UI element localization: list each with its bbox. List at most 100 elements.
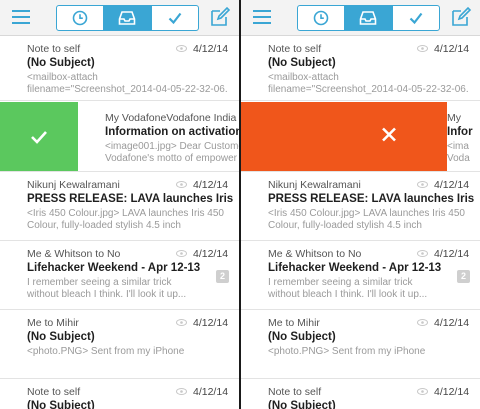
email-preview-line1: <mailbox-attach — [268, 72, 339, 83]
email-preview-line1: <mailbox-attach — [27, 72, 98, 83]
email-subject: Information on activation of — [105, 126, 239, 138]
email-sender: Note to self — [27, 43, 81, 55]
eye-icon — [176, 181, 187, 188]
email-row-swiping-done[interactable]: My VodafoneVodafone India Information on… — [0, 102, 239, 172]
email-subject: (No Subject) — [27, 331, 95, 343]
email-sender: Nikunj Kewalramani — [27, 179, 120, 191]
email-date: 4/12/14 — [193, 317, 229, 329]
email-sender: Me to Mihir — [268, 317, 320, 329]
email-subject: (No Subject) — [268, 400, 336, 409]
email-subject: (No Subject) — [27, 400, 95, 409]
email-row[interactable]: Me to Mihir 4/12/14 (No Subject) <photo.… — [241, 311, 480, 379]
tab-done[interactable] — [152, 6, 198, 30]
hamburger-menu-icon[interactable] — [253, 10, 271, 24]
eye-icon — [417, 388, 428, 395]
email-date: 4/12/14 — [434, 179, 470, 191]
eye-icon — [176, 319, 187, 326]
clock-icon — [313, 10, 329, 26]
email-date: 4/12/14 — [193, 386, 229, 398]
email-preview-line2: without bleach I think. I'll look it up.… — [268, 289, 428, 300]
email-preview-line2: Voda — [447, 153, 470, 164]
email-date: 4/12/14 — [434, 317, 470, 329]
email-row[interactable]: Note to self 4/12/14 (No Subject) <mailb… — [241, 37, 480, 101]
email-sender: Me & Whitson to No — [268, 248, 362, 260]
top-toolbar — [241, 0, 480, 36]
eye-icon — [176, 388, 187, 395]
email-date: 4/12/14 — [434, 248, 470, 260]
email-preview-line2: Vodafone's motto of empower — [105, 153, 237, 164]
email-row[interactable]: Me & Whitson to No 4/12/14 Lifehacker We… — [241, 242, 480, 310]
email-sender: Note to self — [268, 386, 322, 398]
email-date: 4/12/14 — [193, 248, 229, 260]
email-preview-line2: without bleach I think. I'll look it up.… — [27, 289, 187, 300]
email-subject: Lifehacker Weekend - Apr 12-13 — [27, 262, 201, 274]
thread-count-badge: 2 — [457, 270, 470, 283]
thread-count-badge: 2 — [216, 270, 229, 283]
email-date: 4/12/14 — [434, 43, 470, 55]
close-icon — [382, 127, 396, 141]
email-row[interactable]: Note to self 4/12/14 (No Subject) — [0, 380, 239, 409]
eye-icon — [176, 250, 187, 257]
email-sender: My VodafoneVodafone India — [105, 112, 237, 124]
right-screen: Note to self 4/12/14 (No Subject) <mailb… — [241, 0, 480, 409]
inbox-tray-icon — [119, 11, 136, 25]
email-subject: PRESS RELEASE: LAVA launches Iris — [27, 193, 234, 205]
email-sender: Note to self — [268, 43, 322, 55]
email-date: 4/12/14 — [193, 179, 229, 191]
email-subject: (No Subject) — [268, 57, 336, 69]
email-subject: Lifehacker Weekend - Apr 12-13 — [268, 262, 442, 274]
clock-icon — [72, 10, 88, 26]
top-toolbar — [0, 0, 239, 36]
email-row[interactable]: Note to self 4/12/14 (No Subject) <mailb… — [0, 37, 239, 101]
email-preview-line2: Colour, fully-loaded stylish 4.5 inch — [27, 220, 181, 231]
email-preview-line1: <image001.jpg> Dear Customer — [105, 141, 239, 152]
compose-pencil-icon[interactable] — [209, 6, 231, 28]
swipe-done-action — [0, 102, 78, 171]
email-subject: Infor — [447, 126, 473, 138]
email-subject: PRESS RELEASE: LAVA launches Iris — [268, 193, 475, 205]
email-sender: Note to self — [27, 386, 81, 398]
email-row[interactable]: Nikunj Kewalramani 4/12/14 PRESS RELEASE… — [241, 173, 480, 241]
email-preview-line2: Colour, fully-loaded stylish 4.5 inch — [268, 220, 422, 231]
eye-icon — [417, 45, 428, 52]
email-row[interactable]: Me to Mihir 4/12/14 (No Subject) <photo.… — [0, 311, 239, 379]
email-row[interactable]: Note to self 4/12/14 (No Subject) — [241, 380, 480, 409]
email-row[interactable]: Nikunj Kewalramani 4/12/14 PRESS RELEASE… — [0, 173, 239, 241]
inbox-tray-icon — [360, 11, 377, 25]
email-preview-line1: I remember seeing a similar trick — [268, 277, 413, 288]
view-tab-switcher — [56, 5, 199, 31]
eye-icon — [417, 319, 428, 326]
checkmark-icon — [31, 130, 47, 144]
tab-later[interactable] — [57, 6, 105, 30]
email-preview-line1: <Iris 450 Colour.jpg> LAVA launches Iris… — [268, 208, 465, 219]
email-sender: Nikunj Kewalramani — [268, 179, 361, 191]
email-date: 4/12/14 — [434, 386, 470, 398]
email-sender: Me to Mihir — [27, 317, 79, 329]
eye-icon — [417, 181, 428, 188]
email-sender: Me & Whitson to No — [27, 248, 121, 260]
email-preview-line2: filename="Screenshot_2014-04-05-22-32-06… — [27, 84, 228, 95]
email-subject: (No Subject) — [268, 331, 336, 343]
eye-icon — [176, 45, 187, 52]
email-preview-line2: filename="Screenshot_2014-04-05-22-32-06… — [268, 84, 469, 95]
email-row-swiping-delete[interactable]: My Infor <ima Voda — [241, 102, 480, 172]
tab-done[interactable] — [393, 6, 439, 30]
email-preview-line1: <ima — [447, 141, 469, 152]
left-screen: Note to self 4/12/14 (No Subject) <mailb… — [0, 0, 239, 409]
email-preview-line1: <photo.PNG> Sent from my iPhone — [27, 346, 185, 357]
eye-icon — [417, 250, 428, 257]
tab-inbox[interactable] — [345, 6, 393, 30]
screens-container: Note to self 4/12/14 (No Subject) <mailb… — [0, 0, 480, 409]
email-sender: My — [447, 112, 461, 124]
hamburger-menu-icon[interactable] — [12, 10, 30, 24]
email-preview-line1: I remember seeing a similar trick — [27, 277, 172, 288]
email-preview-line1: <photo.PNG> Sent from my iPhone — [268, 346, 426, 357]
email-date: 4/12/14 — [193, 43, 229, 55]
checkmark-icon — [168, 12, 182, 25]
compose-pencil-icon[interactable] — [450, 6, 472, 28]
tab-inbox[interactable] — [104, 6, 152, 30]
swipe-delete-action — [241, 102, 447, 171]
tab-later[interactable] — [298, 6, 346, 30]
checkmark-icon — [409, 12, 423, 25]
email-row[interactable]: Me & Whitson to No 4/12/14 Lifehacker We… — [0, 242, 239, 310]
